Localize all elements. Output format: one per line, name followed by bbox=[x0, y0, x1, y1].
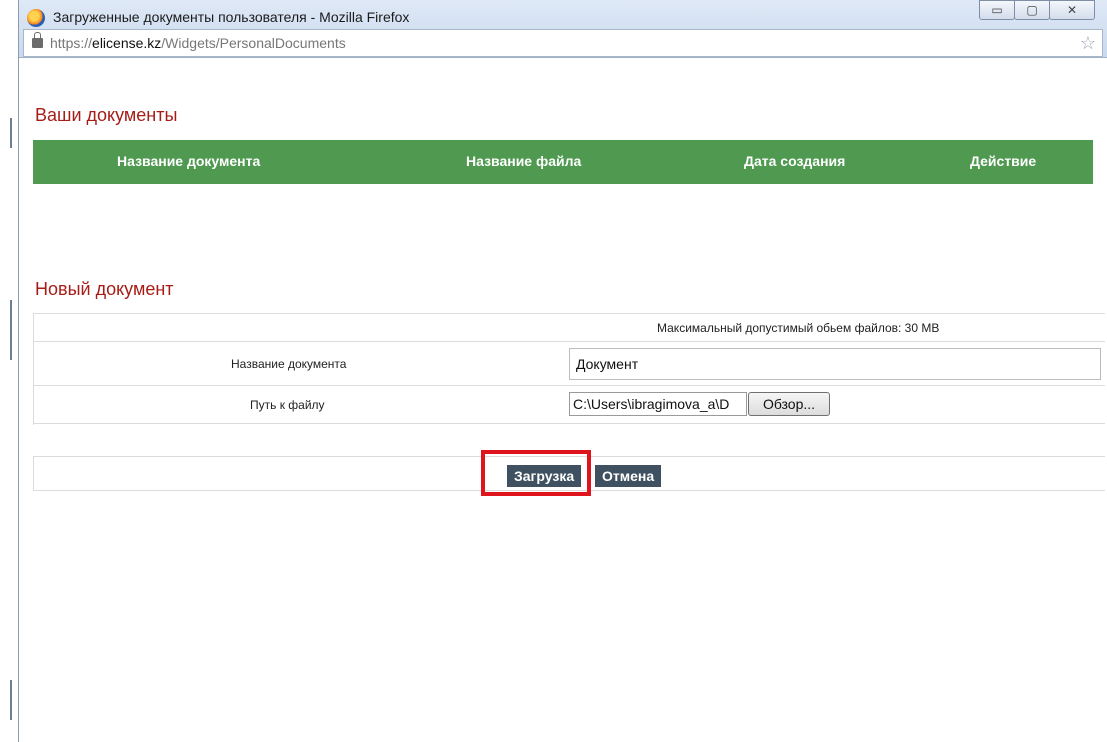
window-controls: ▭ ▢ ✕ bbox=[979, 0, 1095, 22]
doc-name-label: Название документа bbox=[231, 357, 347, 371]
edge-mark bbox=[10, 118, 12, 148]
address-bar[interactable]: https://elicense.kz/Widgets/PersonalDocu… bbox=[23, 29, 1103, 57]
page-content: Ваши документы Название документа Назван… bbox=[19, 90, 1107, 742]
url-host: elicense.kz bbox=[92, 35, 162, 51]
cancel-button[interactable]: Отмена bbox=[595, 465, 662, 487]
upload-button[interactable]: Загрузка bbox=[507, 465, 582, 487]
background-window-edge bbox=[0, 0, 18, 742]
new-doc-heading: Новый документ bbox=[35, 279, 174, 299]
close-button[interactable]: ✕ bbox=[1049, 0, 1095, 20]
col-file-name: Название файла bbox=[466, 153, 582, 169]
window-title: Загруженные документы пользователя - Moz… bbox=[53, 9, 410, 25]
browse-button[interactable]: Обзор... bbox=[748, 392, 830, 416]
url-scheme: https:// bbox=[50, 35, 93, 51]
form-row-path: Путь к файлу Обзор... bbox=[34, 386, 1105, 424]
max-size-note: Максимальный допустимый обьем файлов: 30… bbox=[657, 321, 940, 335]
form-row-limit: Максимальный допустимый обьем файлов: 30… bbox=[34, 314, 1105, 342]
edge-mark bbox=[10, 300, 12, 360]
firefox-icon bbox=[27, 9, 45, 27]
form-row-name: Название документа bbox=[34, 342, 1105, 386]
col-doc-name: Название документа bbox=[117, 153, 261, 169]
file-path-input[interactable] bbox=[569, 392, 747, 416]
title-bar: Загруженные документы пользователя - Moz… bbox=[19, 0, 1107, 58]
minimize-button[interactable]: ▭ bbox=[979, 0, 1015, 20]
docs-heading: Ваши документы bbox=[35, 105, 178, 125]
browser-window: Загруженные документы пользователя - Moz… bbox=[18, 0, 1107, 742]
doc-name-input[interactable] bbox=[569, 348, 1101, 380]
url-path: /Widgets/PersonalDocuments bbox=[161, 35, 346, 51]
star-icon[interactable]: ☆ bbox=[1080, 33, 1096, 54]
col-action: Действие bbox=[970, 153, 1037, 169]
col-created-date: Дата создания bbox=[744, 153, 846, 169]
lock-icon bbox=[32, 32, 43, 48]
file-path-label: Путь к файлу bbox=[250, 398, 325, 412]
url-text[interactable]: https://elicense.kz/Widgets/PersonalDocu… bbox=[50, 35, 346, 51]
docs-table-header: Название документа Название файла Дата с… bbox=[33, 140, 1093, 184]
edge-mark bbox=[10, 680, 12, 720]
maximize-button[interactable]: ▢ bbox=[1014, 0, 1050, 20]
new-doc-form: Максимальный допустимый обьем файлов: 30… bbox=[33, 313, 1105, 425]
action-row: Загрузка Отмена bbox=[33, 456, 1105, 491]
